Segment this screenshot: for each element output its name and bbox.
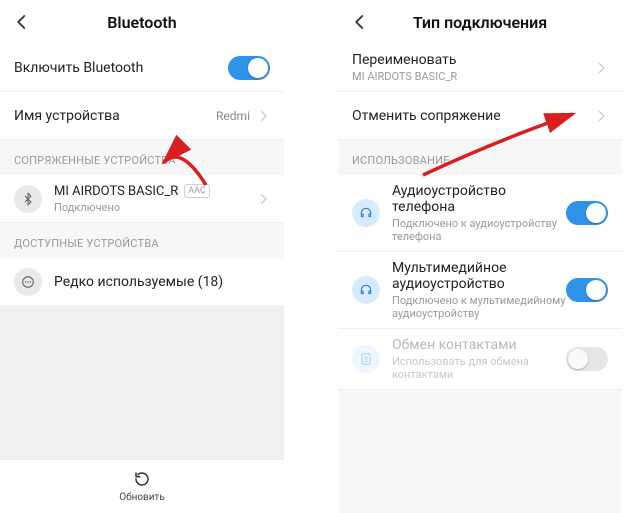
audio-media-title: Мультимедийное аудиоустройство [392,260,566,292]
bluetooth-icon [14,185,42,213]
audio-phone-title: Аудиоустройство телефона [392,183,566,215]
audio-media-toggle[interactable] [566,278,608,302]
audio-media-row[interactable]: Мультимедийное аудиоустройство Подключен… [338,252,622,329]
back-button[interactable] [346,13,374,31]
dots-icon [14,268,42,296]
contacts-toggle[interactable] [566,347,608,371]
aac-badge: AAC [184,184,210,198]
chevron-right-icon [594,109,608,123]
audio-media-sub: Подключено к мультимедийному аудиоустрой… [392,294,566,320]
bluetooth-toggle-row[interactable]: Включить Bluetooth [0,44,284,92]
device-name-value: Redmi [216,109,250,123]
audio-phone-toggle[interactable] [566,201,608,225]
unpair-row[interactable]: Отменить сопряжение [338,92,622,140]
paired-device-name: MI AIRDOTS BASIC_R [54,184,178,199]
contacts-sub: Использовать для обмена контактами [392,355,566,381]
back-button[interactable] [8,13,36,31]
chevron-left-icon [351,13,369,31]
headphones-icon [352,276,380,304]
chevron-left-icon [13,13,31,31]
headphones-icon [352,199,380,227]
paired-section-header: СОПРЯЖЕННЫЕ УСТРОЙСТВА [0,140,284,175]
rename-sub: MI AIRDOTS BASIC_R [352,70,594,83]
rare-devices-row[interactable]: Редко используемые (18) [0,258,284,306]
right-header: Тип подключения [338,0,622,44]
contacts-icon [352,345,380,373]
bluetooth-toggle-label: Включить Bluetooth [14,60,228,76]
rename-label: Переименовать [352,52,594,68]
chevron-right-icon [256,192,270,206]
audio-phone-row[interactable]: Аудиоустройство телефона Подключено к ау… [338,175,622,252]
bluetooth-toggle[interactable] [228,56,270,80]
chevron-right-icon [256,109,270,123]
left-screenshot: Bluetooth Включить Bluetooth Имя устройс… [0,0,284,513]
right-screenshot: Тип подключения Переименовать MI AIRDOTS… [338,0,622,513]
device-name-row[interactable]: Имя устройства Redmi [0,92,284,140]
device-name-label: Имя устройства [14,108,216,124]
paired-device-row[interactable]: MI AIRDOTS BASIC_R AAC Подключено [0,175,284,223]
audio-phone-sub: Подключено к аудиоустройству телефона [392,217,566,243]
refresh-icon [131,468,153,490]
contacts-row[interactable]: Обмен контактами Использовать для обмена… [338,329,622,390]
contacts-title: Обмен контактами [392,337,566,353]
rare-devices-label: Редко используемые (18) [54,274,270,290]
refresh-button[interactable]: Обновить [0,459,284,513]
empty-area [0,306,284,459]
chevron-right-icon [594,61,608,75]
right-title: Тип подключения [374,13,586,32]
available-section-header: ДОСТУПНЫЕ УСТРОЙСТВА [0,223,284,258]
usage-section-header: ИСПОЛЬЗОВАНИЕ [338,140,622,175]
refresh-label: Обновить [119,492,165,503]
left-header: Bluetooth [0,0,284,44]
rename-row[interactable]: Переименовать MI AIRDOTS BASIC_R [338,44,622,92]
left-title: Bluetooth [36,13,248,32]
unpair-label: Отменить сопряжение [352,108,594,124]
paired-device-status: Подключено [54,201,256,214]
